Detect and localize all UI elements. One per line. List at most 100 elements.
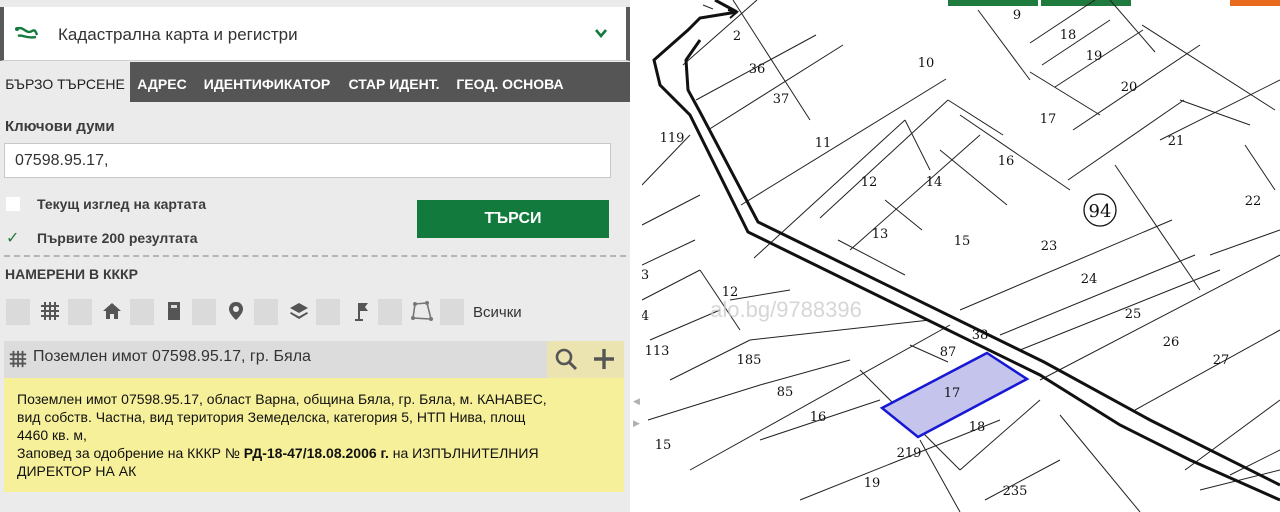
parcel-label: 38 (972, 328, 989, 343)
parcel-label: 15 (655, 438, 672, 453)
parcel-label: 14 (926, 175, 943, 190)
tab-quick-search[interactable]: БЪРЗО ТЪРСЕНЕ (0, 62, 130, 102)
results-heading: НАМЕРЕНИ В КККР (5, 266, 138, 282)
parcel-label: 37 (773, 92, 790, 107)
parcel-label: 25 (1125, 307, 1142, 322)
plus-icon (594, 349, 614, 369)
tab-old-identifier[interactable]: СТАР ИДЕНТ. (340, 62, 448, 102)
filter-toggle[interactable] (130, 299, 154, 325)
parcel-labels: 9 2 36 37 10 18 19 20 17 21 11 119 16 12… (642, 8, 1261, 499)
parcel-label: 85 (777, 385, 794, 400)
parcel-label: 12 (861, 175, 878, 190)
map-toolbar-strip (1041, 0, 1131, 6)
parcel-label: 15 (954, 234, 971, 249)
parcel-boundaries (642, 0, 1280, 512)
parcel-label: 27 (1213, 353, 1230, 368)
parcel-label: 13 (872, 227, 889, 242)
map-canvas: 94 9 2 36 37 10 18 19 20 17 21 11 119 16… (642, 0, 1280, 512)
parcel-label: 22 (1245, 194, 1262, 209)
parcel-label: 2 (733, 29, 741, 44)
flag-icon[interactable] (350, 300, 372, 322)
home-icon[interactable] (101, 300, 123, 322)
parcel-label: 26 (1163, 335, 1180, 350)
block-number: 94 (1089, 201, 1112, 222)
filter-toggle[interactable] (192, 299, 216, 325)
parcel-label: 21 (1168, 134, 1185, 149)
result-title[interactable]: Поземлен имот 07598.95.17, гр. Бяла (33, 348, 311, 366)
parcel-label: 36 (749, 62, 766, 77)
divider (4, 255, 626, 257)
tab-address[interactable]: АДРЕС (130, 62, 194, 102)
parcel-label: 16 (810, 410, 827, 425)
first200-label: Първите 200 резултата (37, 230, 198, 246)
parcel-label: 19 (864, 476, 881, 491)
filter-toggle[interactable] (378, 299, 402, 325)
search-panel: Кадастрална карта и регистри БЪРЗО ТЪРСЕ… (0, 0, 630, 512)
grid-icon (9, 350, 27, 368)
info-line: Поземлен имот 07598.95.17, област Варна,… (17, 391, 547, 407)
parcel-label: 18 (1060, 28, 1077, 43)
current-view-checkbox[interactable] (6, 197, 20, 211)
parcel-label: 87 (940, 345, 957, 360)
parcel-label: 3 (642, 268, 649, 283)
keywords-input[interactable] (4, 143, 611, 178)
order-prefix: Заповед за одобрение на КККР № (17, 445, 240, 461)
first200-checkbox[interactable]: ✓ (6, 228, 19, 248)
filter-toggle[interactable] (68, 299, 92, 325)
current-view-label: Текущ изглед на картата (37, 196, 207, 212)
search-icon (555, 348, 578, 371)
parcel-label: 17 (944, 386, 961, 401)
parcel-label: 10 (918, 56, 935, 71)
parcel-label: 11 (815, 136, 832, 151)
order-line: Заповед за одобрение на КККР № РД-18-47/… (17, 444, 610, 462)
app-title: Кадастрална карта и регистри (58, 25, 298, 44)
building-icon[interactable] (163, 300, 185, 322)
order-line-2: ДИРЕКТОР НА АК (17, 463, 137, 479)
panel-header[interactable]: Кадастрална карта и регистри (0, 7, 630, 61)
filter-toggle[interactable] (6, 299, 30, 325)
parcel-label: 17 (1040, 112, 1057, 127)
order-number: РД-18-47/18.08.2006 г. (243, 445, 389, 461)
grid-icon[interactable] (39, 300, 61, 322)
pin-icon[interactable] (225, 300, 247, 322)
parcel-label: 9 (1013, 8, 1021, 23)
search-button[interactable]: ТЪРСИ (417, 200, 609, 238)
info-line: вид собств. Частна, вид територия Земеде… (17, 409, 526, 425)
filter-all-toggle[interactable] (440, 299, 464, 325)
cadastral-map[interactable]: 94 9 2 36 37 10 18 19 20 17 21 11 119 16… (642, 0, 1280, 512)
map-toolbar-strip (1230, 0, 1280, 6)
parcel-info-box: Поземлен имот 07598.95.17, област Варна,… (4, 378, 624, 492)
tab-identifier[interactable]: ИДЕНТИФИКАТОР (194, 62, 340, 102)
keywords-label: Ключови думи (5, 118, 115, 135)
parcel-label: 19 (1086, 49, 1103, 64)
route-icon (15, 26, 39, 39)
add-button[interactable] (585, 341, 624, 378)
tab-bar: БЪРЗО ТЪРСЕНЕ АДРЕС ИДЕНТИФИКАТОР СТАР И… (0, 62, 630, 102)
parcel-label: 16 (998, 154, 1015, 169)
layers-icon[interactable] (288, 300, 310, 322)
parcel-label: 113 (645, 344, 670, 359)
parcel-label: 18 (969, 420, 986, 435)
filter-all-label: Всички (473, 304, 522, 321)
parcel-label: 24 (1081, 272, 1098, 287)
parcel-label: 119 (660, 131, 685, 146)
order-suffix: на ИЗПЪЛНИТЕЛНИЯ (392, 445, 539, 461)
chevron-down-icon[interactable] (594, 26, 608, 40)
panel-resize-handle[interactable]: ◀ ▶ (630, 0, 642, 512)
filter-toggle[interactable] (316, 299, 340, 325)
watermark: alo.bg/9788396 (710, 297, 862, 322)
parcel-label: 20 (1121, 80, 1138, 95)
expand-right-icon[interactable]: ▶ (633, 418, 640, 429)
info-line: 4460 кв. м, (17, 427, 87, 443)
parcel-label: 219 (897, 446, 922, 461)
tab-geodetic-base[interactable]: ГЕОД. ОСНОВА (448, 62, 572, 102)
parcel-label: 23 (1041, 239, 1058, 254)
filter-toggle[interactable] (254, 299, 278, 325)
parcel-label: 235 (1003, 484, 1028, 499)
parcel-label: 185 (737, 353, 762, 368)
collapse-left-icon[interactable]: ◀ (633, 396, 640, 407)
polygon-icon[interactable] (411, 300, 433, 322)
parcel-label: 4 (642, 309, 649, 324)
zoom-to-button[interactable] (547, 341, 585, 378)
map-toolbar-strip (948, 0, 1038, 6)
